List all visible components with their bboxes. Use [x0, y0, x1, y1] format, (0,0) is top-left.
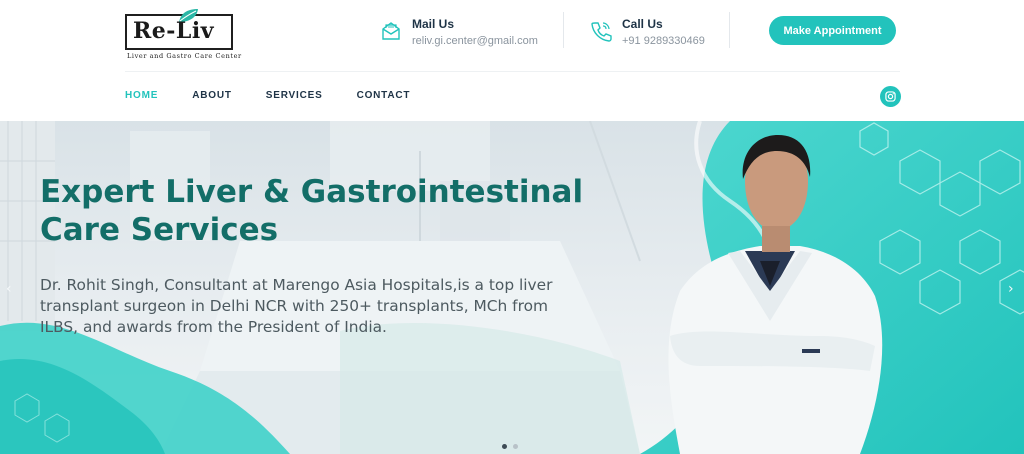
- slider-pagination: [502, 444, 518, 449]
- header-separator: [125, 71, 900, 72]
- phone-number[interactable]: +91 9289330469: [622, 35, 705, 47]
- logo-tagline: Liver and Gastro Care Center: [127, 52, 242, 60]
- mail-icon: [382, 22, 400, 40]
- mail-address[interactable]: reliv.gi.center@gmail.com: [412, 35, 538, 47]
- logo-text: Re-Liv: [133, 18, 215, 44]
- slider-dot[interactable]: [513, 444, 518, 449]
- header-divider: [729, 12, 730, 48]
- slider-dot[interactable]: [502, 444, 507, 449]
- mail-label: Mail Us: [412, 17, 455, 31]
- nav-item-services[interactable]: SERVICES: [266, 90, 323, 101]
- nav-item-home[interactable]: HOME: [125, 90, 158, 101]
- mail-contact[interactable]: Mail Us reliv.gi.center@gmail.com: [380, 14, 550, 54]
- phone-icon: [591, 22, 612, 42]
- header-divider: [563, 12, 564, 48]
- call-label: Call Us: [622, 17, 663, 31]
- instagram-icon: [885, 91, 896, 102]
- slider-prev-arrow[interactable]: ‹: [6, 281, 12, 297]
- slider-next-arrow[interactable]: ›: [1008, 281, 1014, 297]
- hero-slider: Expert Liver & Gastrointestinal Care Ser…: [0, 121, 1024, 454]
- hero-title-line2: Care Services: [40, 212, 279, 248]
- brand-logo[interactable]: Re-Liv Liver and Gastro Care Center: [125, 8, 241, 60]
- top-header: Re-Liv Liver and Gastro Care Center Mail…: [0, 0, 1024, 72]
- make-appointment-button[interactable]: Make Appointment: [769, 16, 896, 45]
- nav-item-contact[interactable]: CONTACT: [357, 90, 411, 101]
- instagram-link[interactable]: [880, 86, 901, 107]
- hero-description: Dr. Rohit Singh, Consultant at Marengo A…: [40, 276, 553, 336]
- main-nav: HOME ABOUT SERVICES CONTACT: [125, 90, 444, 101]
- hero-title-line1: Expert Liver & Gastrointestinal: [40, 174, 584, 210]
- hero-title: Expert Liver & Gastrointestinal Care Ser…: [40, 173, 640, 249]
- call-contact[interactable]: Call Us +91 9289330469: [590, 14, 720, 54]
- nav-item-about[interactable]: ABOUT: [192, 90, 232, 101]
